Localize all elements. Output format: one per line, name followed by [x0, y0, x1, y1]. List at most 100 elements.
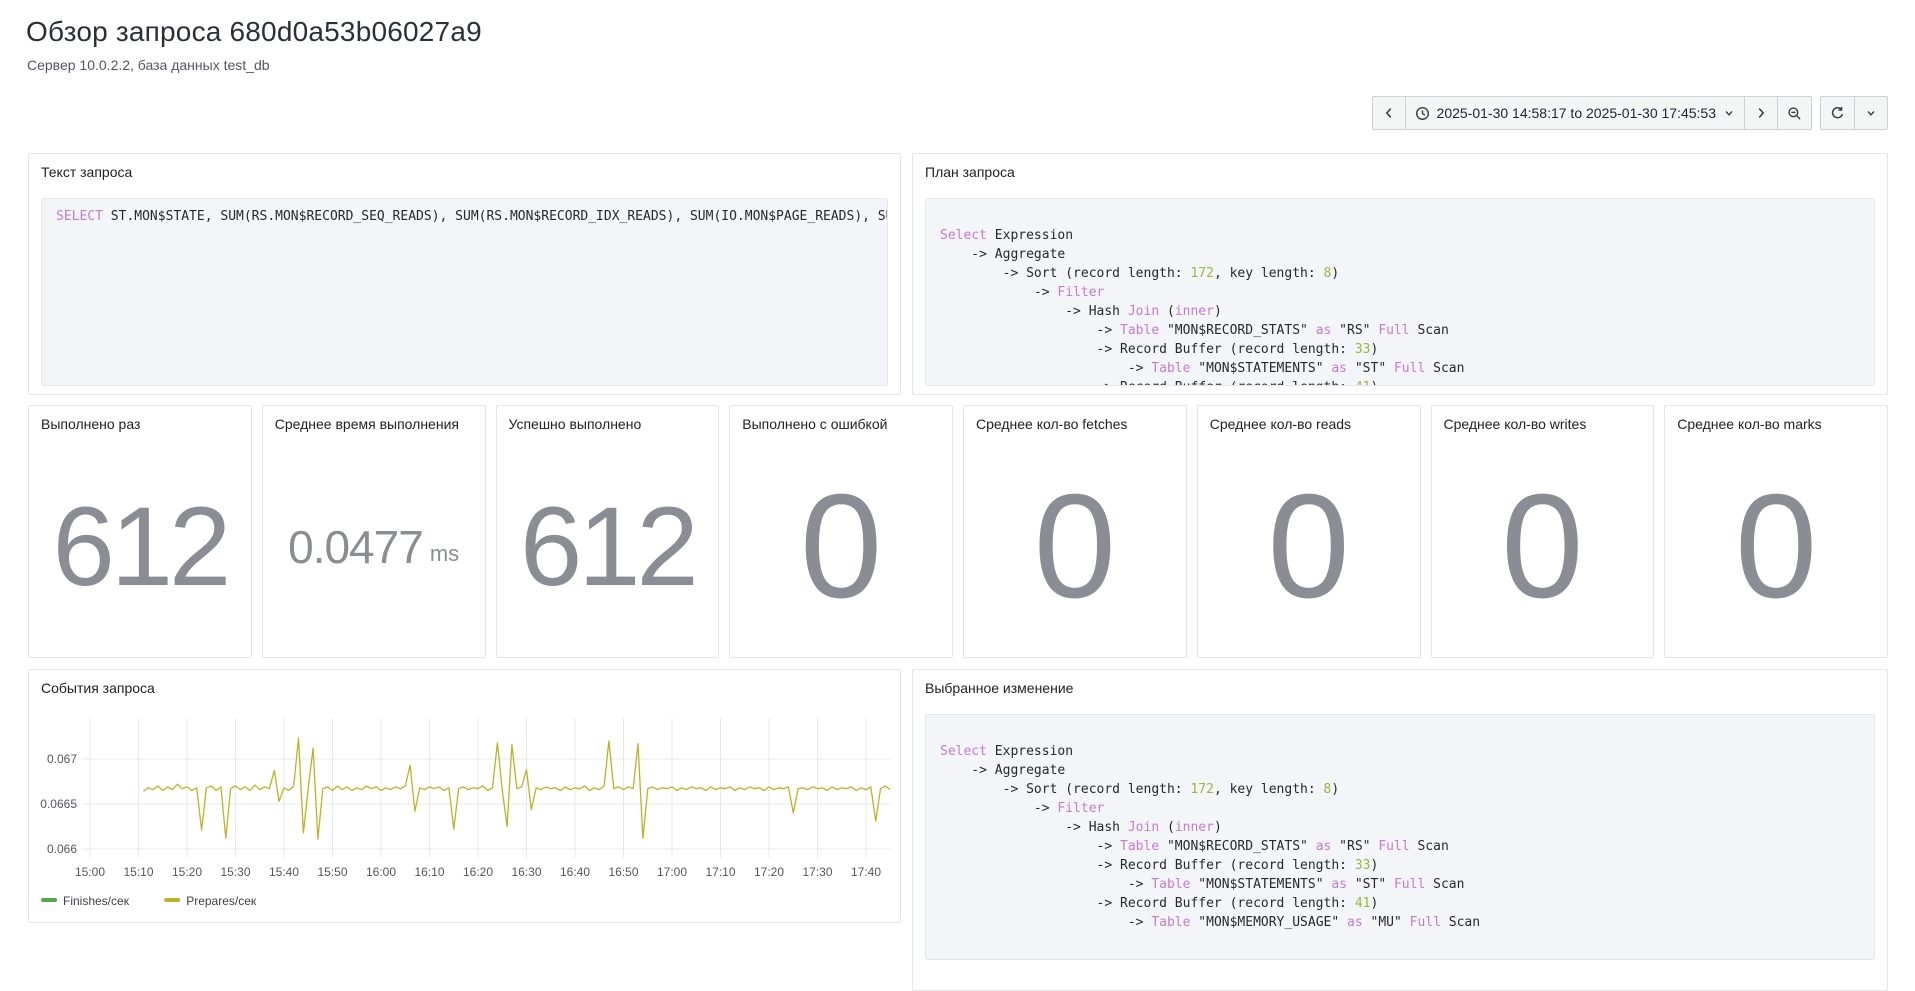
time-back-button[interactable] — [1372, 96, 1406, 130]
stat-title: Среднее кол-во writes — [1432, 406, 1654, 432]
x-axis-tick-label: 16:40 — [560, 865, 590, 879]
stat-panel-6: Среднее кол-во reads 0 — [1197, 405, 1421, 658]
stat-unit: ms — [430, 529, 459, 565]
stat-title: Среднее кол-во fetches — [964, 406, 1186, 432]
legend-item-label[interactable]: Finishes/сек — [63, 894, 130, 908]
code-line: -> Table "MON$MEMORY_USAGE" as "MU" Full… — [940, 913, 1860, 932]
time-range-label: 2025-01-30 14:58:17 to 2025-01-30 17:45:… — [1437, 105, 1716, 121]
legend-swatch[interactable] — [164, 898, 180, 902]
stat-panel-3: Успешно выполнено 612 — [496, 405, 720, 658]
x-axis-tick-label: 16:30 — [511, 865, 541, 879]
stat-panel-5: Среднее кол-во fetches 0 — [963, 405, 1187, 658]
stat-title: Выполнено раз — [29, 406, 251, 432]
zoom-out-button[interactable] — [1777, 96, 1812, 130]
x-axis-tick-label: 15:50 — [317, 865, 347, 879]
time-controls: 2025-01-30 14:58:17 to 2025-01-30 17:45:… — [1372, 96, 1888, 130]
refresh-button[interactable] — [1820, 96, 1855, 130]
stat-panel-4: Выполнено с ошибкой 0 — [729, 405, 953, 658]
stat-value: 0 — [1432, 436, 1654, 657]
stat-title: Выполнено с ошибкой — [730, 406, 952, 432]
page-subtitle: Сервер 10.0.2.2, база данных test_db — [27, 57, 270, 73]
code-line: -> Record Buffer (record length: 41) — [940, 378, 1860, 386]
stat-value: 612 — [29, 436, 251, 657]
chevron-down-icon — [1865, 107, 1877, 119]
stat-panel-1: Выполнено раз 612 — [28, 405, 252, 658]
stat-value: 0 — [964, 436, 1186, 657]
code-line: -> Record Buffer (record length: 33) — [940, 340, 1860, 359]
y-axis-tick-label: 0.0665 — [40, 797, 77, 811]
code-line: -> Filter — [940, 283, 1860, 302]
x-axis-tick-label: 15:20 — [172, 865, 202, 879]
code-line — [940, 723, 1860, 742]
panel-title: План запроса — [913, 154, 1887, 180]
stat-title: Успешно выполнено — [497, 406, 719, 432]
refresh-icon — [1830, 106, 1845, 121]
code-line: -> Filter — [940, 799, 1860, 818]
series-line-Prepares/сек — [143, 738, 890, 839]
events-time-series-chart[interactable]: 0.067 0.0665 0.066 15:00 15:10 15:20 15:30 15:4… — [37, 706, 894, 918]
chevron-left-icon — [1382, 106, 1396, 120]
stat-title: Среднее кол-во marks — [1665, 406, 1887, 432]
stat-value: 0 — [730, 436, 952, 657]
panel-title: Текст запроса — [29, 154, 900, 180]
x-axis-tick-label: 15:00 — [75, 865, 105, 879]
code-line: -> Table "MON$RECORD_STATS" as "RS" Full… — [940, 837, 1860, 856]
code-line: Select Expression — [940, 226, 1860, 245]
x-axis-tick-label: 17:30 — [802, 865, 832, 879]
x-axis-tick-label: 17:10 — [705, 865, 735, 879]
stat-value: 0 — [1665, 436, 1887, 657]
code-line: -> Record Buffer (record length: 41) — [940, 894, 1860, 913]
code-line: -> Hash Join (inner) — [940, 302, 1860, 321]
clock-icon — [1415, 106, 1430, 121]
legend-item-label[interactable]: Prepares/сек — [186, 894, 257, 908]
code-line: -> Table "MON$RECORD_STATS" as "RS" Full… — [940, 321, 1860, 340]
panel-title: Выбранное изменение — [913, 670, 1887, 696]
code-line: -> Hash Join (inner) — [940, 818, 1860, 837]
stat-panel-7: Среднее кол-во writes 0 — [1431, 405, 1655, 658]
x-axis-tick-label: 15:30 — [220, 865, 250, 879]
x-axis-tick-label: 16:20 — [463, 865, 493, 879]
time-range-picker[interactable]: 2025-01-30 14:58:17 to 2025-01-30 17:45:… — [1405, 96, 1745, 130]
code-line — [940, 207, 1860, 226]
x-axis-tick-label: 16:50 — [608, 865, 638, 879]
code-line: -> Aggregate — [940, 761, 1860, 780]
panel-title: События запроса — [29, 670, 900, 696]
stat-panel-8: Среднее кол-во marks 0 — [1664, 405, 1888, 658]
stat-panel-2: Среднее время выполнения 0.0477ms — [262, 405, 486, 658]
code-line: -> Record Buffer (record length: 33) — [940, 856, 1860, 875]
x-axis-tick-label: 15:40 — [269, 865, 299, 879]
x-axis-tick-label: 17:40 — [851, 865, 881, 879]
panel-query-events: События запроса 0.067 0.0665 0.066 15:00 15:… — [28, 669, 901, 923]
query-text-code: SELECT ST.MON$STATE, SUM(RS.MON$RECORD_S… — [41, 198, 888, 386]
x-axis-tick-label: 16:10 — [414, 865, 444, 879]
x-axis-tick-label: 15:10 — [123, 865, 153, 879]
x-axis-tick-label: 16:00 — [366, 865, 396, 879]
code-line: -> Table "MON$STATEMENTS" as "ST" Full S… — [940, 875, 1860, 894]
page-title: Обзор запроса 680d0a53b06027a9 — [26, 16, 482, 48]
query-plan-code: Select Expression -> Aggregate -> Sort (… — [925, 198, 1875, 386]
time-forward-button[interactable] — [1744, 96, 1778, 130]
code-line: SELECT ST.MON$STATE, SUM(RS.MON$RECORD_S… — [56, 207, 873, 226]
stat-panels-row: Выполнено раз612Среднее время выполнения… — [28, 405, 1888, 658]
stat-title: Среднее кол-во reads — [1198, 406, 1420, 432]
panel-query-text: Текст запроса SELECT ST.MON$STATE, SUM(R… — [28, 153, 901, 395]
code-line: Select Expression — [940, 742, 1860, 761]
x-axis-tick-label: 17:00 — [657, 865, 687, 879]
y-axis-tick-label: 0.067 — [47, 752, 77, 766]
chevron-down-icon — [1723, 107, 1735, 119]
stat-value: 0.0477ms — [263, 436, 485, 657]
legend-swatch[interactable] — [41, 898, 57, 902]
code-line: -> Sort (record length: 172, key length:… — [940, 780, 1860, 799]
stat-value: 0 — [1198, 436, 1420, 657]
panel-selected-change: Выбранное изменение Select Expression ->… — [912, 669, 1888, 991]
chevron-right-icon — [1754, 106, 1768, 120]
selected-change-code: Select Expression -> Aggregate -> Sort (… — [925, 714, 1875, 960]
y-axis-tick-label: 0.066 — [47, 842, 77, 856]
panel-query-plan: План запроса Select Expression -> Aggreg… — [912, 153, 1888, 395]
code-line: -> Sort (record length: 172, key length:… — [940, 264, 1860, 283]
code-line: -> Table "MON$STATEMENTS" as "ST" Full S… — [940, 359, 1860, 378]
stat-title: Среднее время выполнения — [263, 406, 485, 432]
toolbar-spacer — [1812, 96, 1820, 130]
stat-value: 612 — [497, 436, 719, 657]
refresh-interval-dropdown[interactable] — [1854, 96, 1888, 130]
